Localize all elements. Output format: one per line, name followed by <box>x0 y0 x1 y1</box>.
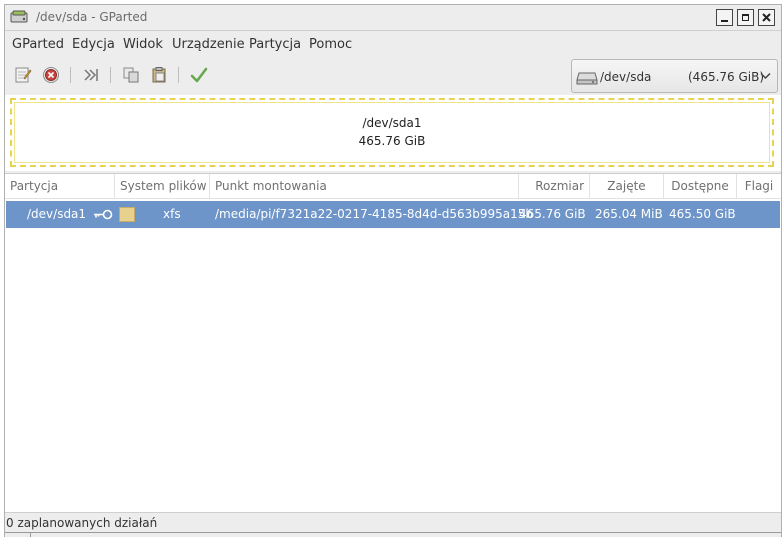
harddisk-icon <box>576 72 598 85</box>
device-size: (465.76 GiB) <box>688 70 765 84</box>
menu-partycja[interactable]: Partycja <box>249 37 301 52</box>
menu-bar: GParted Edycja Widok Urządzenie Partycja… <box>5 32 781 56</box>
toolbar-separator <box>110 67 111 83</box>
column-header-punkt-montowania[interactable]: Punkt montowania <box>210 174 519 199</box>
chevron-down-icon <box>760 72 771 80</box>
strip-divider <box>30 533 31 537</box>
menu-pomoc[interactable]: Pomoc <box>309 37 352 52</box>
apply-icon[interactable] <box>190 66 208 84</box>
cell-mount-point: /media/pi/f7321a22-0217-4185-8d4d-d563b9… <box>215 207 534 221</box>
column-header-system-plikow[interactable]: System plików <box>115 174 210 199</box>
close-icon <box>762 13 771 22</box>
window-title: /dev/sda - GParted <box>36 10 148 24</box>
column-header-flagi[interactable]: Flagi <box>737 174 781 199</box>
table-header: Partycja System plików Punkt montowania … <box>5 174 781 199</box>
filesystem-color-swatch <box>119 207 135 222</box>
toolbar-separator <box>70 67 71 83</box>
menu-edycja[interactable]: Edycja <box>72 37 115 52</box>
column-header-partycja[interactable]: Partycja <box>5 174 115 199</box>
partition-block-inner <box>14 102 770 163</box>
device-selector[interactable]: /dev/sda (465.76 GiB) <box>571 59 778 93</box>
maximize-button[interactable] <box>737 9 754 26</box>
column-header-dostepne[interactable]: Dostępne <box>664 174 737 199</box>
title-bar: /dev/sda - GParted <box>5 5 781 31</box>
maximize-icon <box>742 14 749 21</box>
delete-icon[interactable] <box>42 66 60 84</box>
table-row[interactable]: /dev/sda1 xfs /media/pi/f7321a22-0217-41… <box>6 201 780 228</box>
partition-block-sda1[interactable]: /dev/sda1 465.76 GiB <box>10 98 774 167</box>
partition-map: /dev/sda1 465.76 GiB <box>5 95 781 171</box>
close-button[interactable] <box>758 9 775 26</box>
minimize-button[interactable] <box>716 9 733 26</box>
cell-size: 465.76 GiB <box>519 207 586 221</box>
cell-used: 265.04 MiB <box>595 207 663 221</box>
cell-filesystem: xfs <box>163 207 181 221</box>
copy-icon[interactable] <box>122 66 140 84</box>
gparted-window: /dev/sda - GParted GParted Edycja Widok … <box>4 4 782 537</box>
device-name: /dev/sda <box>600 70 652 84</box>
bottom-strip <box>5 532 781 537</box>
harddisk-icon <box>10 10 28 23</box>
partition-block-size: 465.76 GiB <box>358 134 426 148</box>
column-header-rozmiar[interactable]: Rozmiar <box>519 174 590 199</box>
paste-icon[interactable] <box>150 66 168 84</box>
menu-urzadzenie[interactable]: Urządzenie <box>172 37 245 52</box>
new-partition-icon[interactable] <box>14 66 32 84</box>
toolbar: /dev/sda (465.76 GiB) <box>5 57 781 95</box>
minimize-icon <box>721 20 728 22</box>
menu-gparted[interactable]: GParted <box>12 37 64 52</box>
toolbar-separator <box>178 67 179 83</box>
partition-table: Partycja System plików Punkt montowania … <box>5 173 781 513</box>
status-bar: 0 zaplanowanych działań <box>5 514 781 532</box>
cell-available: 465.50 GiB <box>669 207 736 221</box>
menu-widok[interactable]: Widok <box>123 37 163 52</box>
status-text: 0 zaplanowanych działań <box>6 516 158 530</box>
cell-partition: /dev/sda1 <box>27 207 87 221</box>
resize-move-icon[interactable] <box>82 66 100 84</box>
partition-block-name: /dev/sda1 <box>362 116 422 130</box>
key-icon <box>94 209 113 220</box>
column-header-zajete[interactable]: Zajęte <box>590 174 664 199</box>
